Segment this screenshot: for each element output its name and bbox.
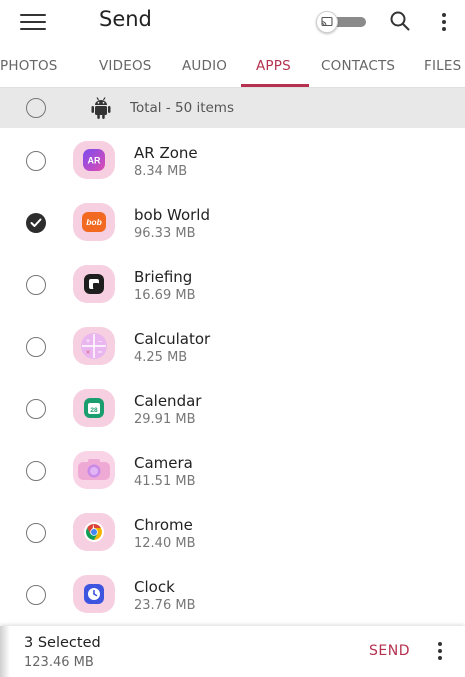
- tab-photos[interactable]: PHOTOS: [0, 58, 58, 74]
- item-radio[interactable]: [26, 337, 46, 357]
- svg-text:=: =: [97, 349, 102, 356]
- list-item[interactable]: Briefing 16.69 MB: [0, 252, 465, 314]
- item-radio[interactable]: [26, 275, 46, 295]
- select-all-bar[interactable]: Total - 50 items: [0, 88, 465, 128]
- send-button[interactable]: SEND: [369, 643, 410, 659]
- android-icon: [90, 96, 112, 124]
- top-app-bar: Send: [0, 0, 465, 44]
- clock-icon: [73, 575, 115, 613]
- app-list[interactable]: AR AR Zone 8.34 MB bob bob World 96.33 M…: [0, 128, 465, 626]
- selected-count: 3 Selected: [24, 635, 101, 651]
- svg-text:−: −: [97, 338, 102, 345]
- select-all-radio[interactable]: [26, 98, 46, 118]
- category-tabs: PHOTOS VIDEOS AUDIO APPS CONTACTS FILES: [0, 48, 465, 88]
- app-name: Calculator: [134, 330, 211, 348]
- bob-world-icon: bob: [73, 203, 115, 241]
- calculator-icon: + − × =: [73, 327, 115, 365]
- tab-apps[interactable]: APPS: [256, 58, 291, 74]
- tab-videos[interactable]: VIDEOS: [99, 58, 152, 74]
- app-name: bob World: [134, 206, 210, 224]
- item-radio[interactable]: [26, 399, 46, 419]
- item-radio[interactable]: [26, 585, 46, 605]
- app-size: 23.76 MB: [134, 598, 196, 613]
- app-name: Camera: [134, 454, 193, 472]
- bob-world-icon-text: bob: [86, 217, 102, 227]
- calendar-icon: 28: [73, 389, 115, 427]
- bar-edge-shadow: [0, 626, 10, 677]
- app-size: 12.40 MB: [134, 536, 196, 551]
- list-item[interactable]: + − × = Calculator 4.25 MB: [0, 314, 465, 376]
- app-size: 96.33 MB: [134, 226, 196, 241]
- item-radio-checked[interactable]: [26, 213, 46, 233]
- app-name: Chrome: [134, 516, 193, 534]
- search-icon[interactable]: [387, 8, 413, 34]
- tab-contacts[interactable]: CONTACTS: [321, 58, 395, 74]
- more-vert-icon[interactable]: [434, 9, 454, 35]
- app-size: 29.91 MB: [134, 412, 196, 427]
- app-size: 41.51 MB: [134, 474, 196, 489]
- tab-audio[interactable]: AUDIO: [182, 58, 227, 74]
- camera-icon: [73, 451, 115, 489]
- list-item[interactable]: Clock 23.76 MB: [0, 562, 465, 624]
- item-radio[interactable]: [26, 461, 46, 481]
- chrome-icon: [73, 513, 115, 551]
- app-size: 4.25 MB: [134, 350, 188, 365]
- cast-toggle[interactable]: [316, 11, 366, 33]
- svg-text:×: ×: [85, 349, 90, 356]
- check-icon: [30, 218, 42, 227]
- svg-text:+: +: [85, 338, 90, 345]
- hamburger-icon[interactable]: [20, 11, 46, 33]
- app-name: AR Zone: [134, 144, 198, 162]
- cast-icon: [316, 11, 338, 33]
- tab-files[interactable]: FILES: [424, 58, 461, 74]
- calendar-icon-text: 28: [90, 407, 98, 414]
- item-radio[interactable]: [26, 523, 46, 543]
- list-item[interactable]: Chrome 12.40 MB: [0, 500, 465, 562]
- list-item[interactable]: Camera 41.51 MB: [0, 438, 465, 500]
- total-items-label: Total - 50 items: [130, 100, 234, 116]
- selection-bar: 3 Selected 123.46 MB SEND: [0, 626, 465, 677]
- page-title: Send: [99, 7, 152, 31]
- app-name: Clock: [134, 578, 175, 596]
- app-name: Calendar: [134, 392, 202, 410]
- ar-zone-icon-text: AR: [88, 156, 101, 166]
- list-item[interactable]: bob bob World 96.33 MB: [0, 190, 465, 252]
- list-item[interactable]: AR AR Zone 8.34 MB: [0, 128, 465, 190]
- selected-size: 123.46 MB: [24, 655, 94, 670]
- item-radio[interactable]: [26, 151, 46, 171]
- briefing-icon: [73, 265, 115, 303]
- list-item[interactable]: 28 Calendar 29.91 MB: [0, 376, 465, 438]
- app-size: 16.69 MB: [134, 288, 196, 303]
- app-size: 8.34 MB: [134, 164, 188, 179]
- ar-zone-icon: AR: [73, 141, 115, 179]
- more-vert-icon[interactable]: [434, 639, 446, 663]
- app-name: Briefing: [134, 268, 193, 286]
